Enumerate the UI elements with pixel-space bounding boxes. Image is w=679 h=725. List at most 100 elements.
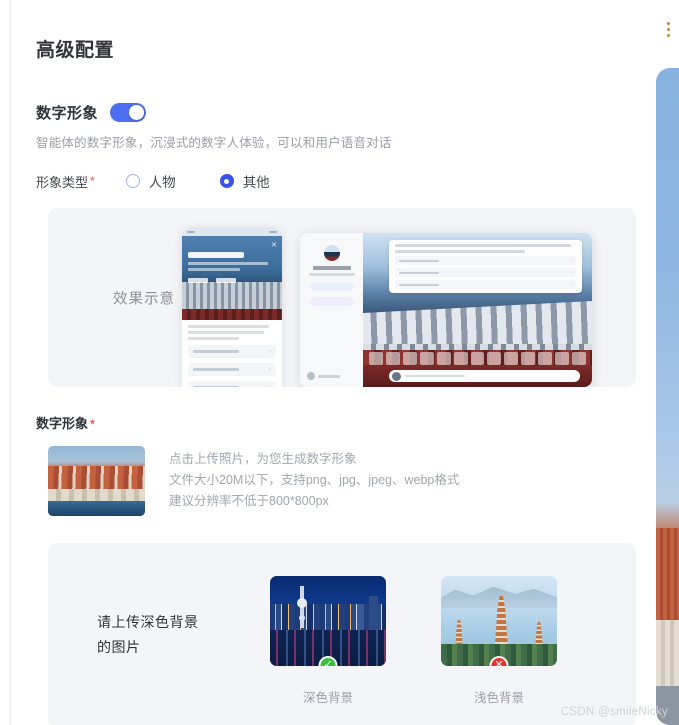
tower-sphere-decoration xyxy=(299,615,305,621)
image-type-label: 形象类型 xyxy=(36,174,89,190)
building-decoration xyxy=(369,596,378,630)
building-wall-decoration xyxy=(656,619,679,686)
thumbnail-item xyxy=(538,352,553,365)
suggestion-text xyxy=(399,259,439,262)
radio-option-person[interactable]: 人物 xyxy=(125,171,176,191)
preview-demo-panel: 效果示意 ✕ › › › › › xyxy=(48,208,636,387)
radio-label-other: 其他 xyxy=(242,175,270,190)
dot-icon xyxy=(667,34,670,37)
upload-hint-text: 点击上传照片，为您生成数字形象 文件大小20M以下，支持png、jpg、jpeg… xyxy=(169,446,459,512)
thumbnail-item xyxy=(419,352,434,365)
footer-text xyxy=(318,374,340,378)
chevron-right-icon: › xyxy=(269,366,271,373)
background-example-dark: ✓ 深色背景 xyxy=(270,576,386,706)
input-placeholder-text xyxy=(405,375,465,377)
suggestion-card: › xyxy=(395,280,576,289)
suggestion-card: › xyxy=(188,345,276,358)
thumbnail-item xyxy=(487,352,502,365)
chevron-right-icon: › xyxy=(570,281,572,288)
phone-body-content: › › › xyxy=(182,320,282,387)
background-example-cards: ✓ 深色背景 ✕ 浅色背景 xyxy=(270,576,557,706)
thumbnail-item xyxy=(453,352,468,365)
mockup-thumbnail-strip xyxy=(369,352,586,365)
upload-hint-line-2: 文件大小20M以下，支持png、jpg、jpeg、webp格式 xyxy=(169,473,460,487)
suggestion-card: › xyxy=(188,363,276,376)
phone-hero-subtitle-2 xyxy=(188,268,240,271)
phone-hero-title-bar xyxy=(188,252,244,258)
image-type-row: 形象类型 * 人物 其他 xyxy=(36,171,640,191)
digital-avatar-description: 智能体的数字形象，沉浸式的数字人体验，可以和用户语音对话 xyxy=(36,136,392,150)
suggestion-text xyxy=(193,350,239,353)
suggestion-card: › xyxy=(395,268,576,277)
radio-option-other[interactable]: 其他 xyxy=(219,171,270,191)
watermark-text: CSDN @smileNicky xyxy=(560,706,668,718)
upload-hint-line-3: 建议分辨率不低于800*800px xyxy=(169,494,329,508)
thumbnail-item xyxy=(369,352,383,365)
phone-hero-meta-1 xyxy=(188,278,208,283)
upload-row: 点击上传照片，为您生成数字形象 文件大小20M以下，支持png、jpg、jpeg… xyxy=(48,446,640,516)
mockup-agent-name xyxy=(312,266,351,270)
text-placeholder-line xyxy=(188,325,269,328)
thumbnail-item xyxy=(470,352,485,365)
mockup-sidebar xyxy=(300,233,363,387)
toggle-knob-icon xyxy=(129,105,145,120)
uploaded-photo-thumbnail[interactable] xyxy=(48,446,145,516)
photo-wall-decoration xyxy=(48,489,145,501)
mockup-sidebar-footer xyxy=(307,372,340,380)
right-preview-panel[interactable] xyxy=(656,68,679,725)
advanced-config-form: 高级配置 数字形象 智能体的数字形象，沉浸式的数字人体验，可以和用户语音对话 形… xyxy=(11,0,640,725)
suggestion-card: › xyxy=(395,256,576,265)
upload-hint-line-1: 点击上传照片，为您生成数字形象 xyxy=(169,452,357,466)
thumbnail-item xyxy=(402,352,417,365)
close-icon: ✕ xyxy=(271,242,277,249)
suggestion-text xyxy=(399,283,439,286)
page-title: 高级配置 xyxy=(36,40,115,61)
required-asterisk-icon: * xyxy=(90,174,95,188)
roof-eave-decoration xyxy=(182,309,282,320)
roof-tiles-decoration xyxy=(656,527,679,620)
thumbnail-item xyxy=(572,352,586,365)
chevron-right-icon: › xyxy=(570,257,572,264)
chevron-right-icon: › xyxy=(570,269,572,276)
upload-section-text: 数字形象 xyxy=(36,416,89,431)
phone-status-bar xyxy=(182,227,282,236)
text-placeholder-line xyxy=(188,337,240,340)
dot-icon xyxy=(667,22,670,25)
digital-avatar-header: 数字形象 xyxy=(36,102,640,123)
radio-circle-icon xyxy=(125,174,140,188)
thumbnail-item xyxy=(436,352,451,365)
radio-label-person: 人物 xyxy=(148,175,176,190)
mockup-action-chip xyxy=(309,282,354,291)
more-options-icon[interactable] xyxy=(667,22,670,37)
digital-avatar-label: 数字形象 xyxy=(36,105,99,122)
avatar-small-icon xyxy=(307,372,315,380)
digital-avatar-toggle[interactable] xyxy=(110,103,147,122)
light-background-caption: 浅色背景 xyxy=(473,691,524,705)
mockup-action-chip xyxy=(309,297,354,306)
preview-demo-caption: 效果示意 xyxy=(113,291,175,307)
image-type-radio-group: 人物 其他 xyxy=(125,171,270,191)
chevron-right-icon: › xyxy=(269,385,271,388)
status-time-icon xyxy=(187,230,195,233)
thumbnail-item xyxy=(504,352,519,365)
phone-mockup-preview: ✕ › › › xyxy=(182,227,282,387)
thumbnail-item xyxy=(521,352,536,365)
suggestion-text xyxy=(193,386,239,387)
mockup-overlay-card: › › › xyxy=(389,240,582,293)
building-decoration xyxy=(357,604,364,630)
dot-icon xyxy=(667,28,670,31)
microphone-icon xyxy=(392,371,401,381)
text-placeholder-line xyxy=(188,331,264,334)
thumbnail-item xyxy=(385,352,400,365)
suggestion-text xyxy=(193,368,239,371)
background-note-line-1: 请上传深色背景 xyxy=(97,614,199,630)
mockup-agent-desc xyxy=(308,273,355,276)
desktop-mockup-preview: › › › xyxy=(300,233,592,387)
mockup-main-stage: › › › xyxy=(363,233,592,387)
background-note-line-2: 的图片 xyxy=(97,639,141,655)
photo-sea-decoration xyxy=(48,500,145,516)
phone-hero-meta-2 xyxy=(216,278,236,283)
background-guidance-note: 请上传深色背景 的图片 xyxy=(97,610,199,660)
text-placeholder-line xyxy=(395,250,526,253)
chevron-right-icon: › xyxy=(269,348,271,355)
